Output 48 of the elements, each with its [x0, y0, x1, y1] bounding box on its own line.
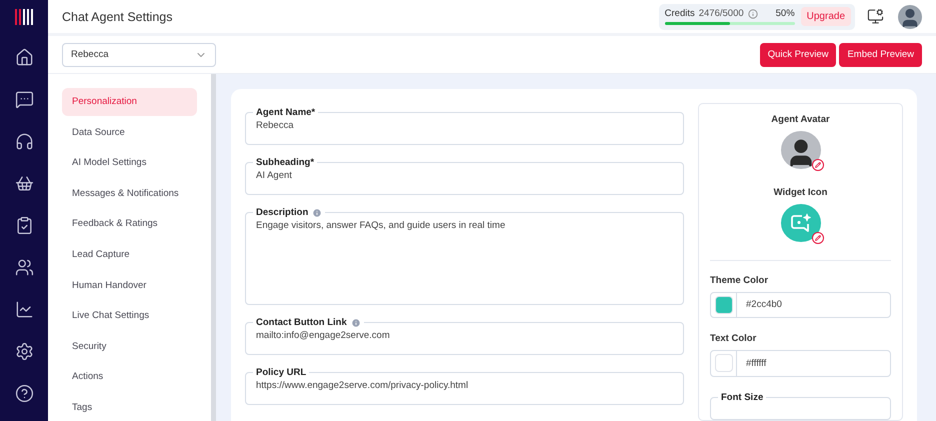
- agent-avatar[interactable]: [780, 131, 820, 169]
- user-avatar[interactable]: [898, 4, 922, 28]
- settings-menu-item[interactable]: Lead Capture: [62, 240, 197, 268]
- input-field[interactable]: Contact Button Link mailto:info@engage2serve.com: [245, 317, 684, 355]
- field-label: Agent Name*: [256, 107, 316, 118]
- field-label: Subheading*: [256, 157, 314, 168]
- settings-menu-item[interactable]: Messages & Notifications: [62, 180, 197, 208]
- settings-menu-item[interactable]: Feedback & Ratings: [62, 210, 197, 238]
- settings-menu-item[interactable]: Data Source: [62, 118, 197, 146]
- preview-button[interactable]: Quick Preview: [760, 42, 836, 66]
- color-field[interactable]: #ffffff: [710, 350, 891, 377]
- font-size-field[interactable]: Font Size: [710, 392, 891, 420]
- field-label: Contact Button Link: [256, 317, 347, 328]
- credits-value: 2476/5000: [698, 8, 744, 19]
- agent-select[interactable]: Rebecca: [62, 42, 216, 66]
- credits-label: Credits: [664, 8, 695, 19]
- edit-icon[interactable]: [812, 232, 824, 244]
- logo-icon: [14, 7, 34, 27]
- input-field[interactable]: Subheading* AI Agent: [245, 157, 684, 195]
- input-field[interactable]: Policy URL https://www.engage2serve.com/privacy-policy.html: [245, 367, 684, 405]
- credits-percent: 50%: [776, 8, 795, 19]
- color-field[interactable]: #2cc4b0: [710, 292, 891, 318]
- scrollbar[interactable]: [211, 74, 216, 421]
- field-label: Description: [256, 207, 308, 218]
- info-icon[interactable]: [748, 8, 758, 18]
- color-swatch[interactable]: [714, 296, 732, 314]
- field-label: Policy URL: [256, 367, 306, 378]
- settings-menu-item[interactable]: AI Model Settings: [62, 149, 197, 177]
- settings-menu-item[interactable]: Personalization: [62, 88, 197, 116]
- color-swatch[interactable]: [714, 354, 732, 372]
- preview-button[interactable]: Embed Preview: [839, 42, 922, 66]
- input-field[interactable]: Description Engage visitors, answer FAQs, and guide users in real time: [245, 207, 684, 305]
- avatar-label: Agent Avatar: [771, 114, 830, 125]
- page-title: Chat Agent Settings: [62, 10, 174, 24]
- settings-menu-item[interactable]: Security: [62, 332, 197, 360]
- monitor-edit-icon[interactable]: [867, 8, 884, 25]
- settings-menu-item[interactable]: Actions: [62, 362, 197, 390]
- settings-menu-item[interactable]: Live Chat Settings: [62, 302, 197, 330]
- settings-menu-item[interactable]: Tags: [62, 393, 197, 421]
- field-label: Font Size: [721, 392, 764, 403]
- widget-label: Widget Icon: [774, 186, 828, 198]
- upgrade-button[interactable]: Upgrade: [800, 7, 851, 26]
- settings-menu-item[interactable]: Human Handover: [62, 271, 197, 299]
- color-label: Text Color: [710, 333, 758, 344]
- chat-sparkle-icon: [790, 212, 812, 233]
- color-label: Theme Color: [710, 274, 770, 286]
- input-field[interactable]: Agent Name* Rebecca: [245, 107, 684, 145]
- edit-icon[interactable]: [812, 158, 824, 171]
